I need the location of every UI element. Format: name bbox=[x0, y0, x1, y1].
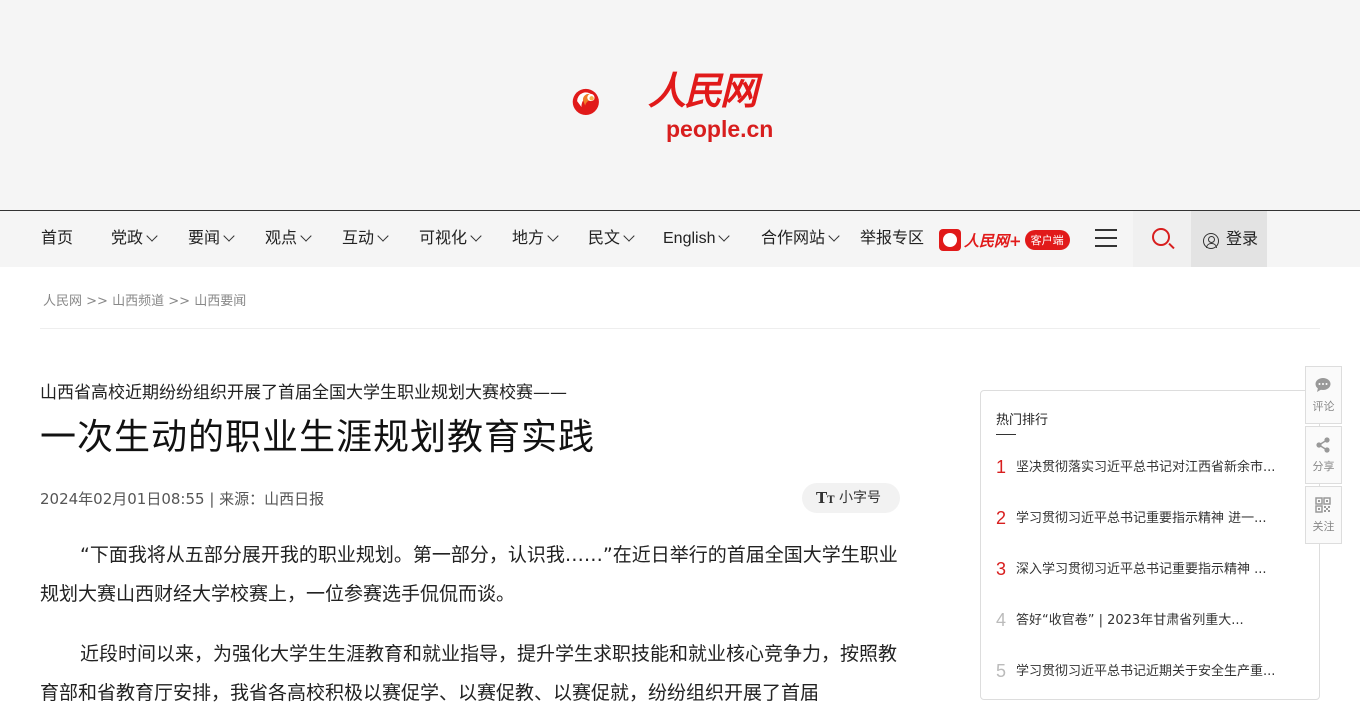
breadcrumb-link-channel[interactable]: 山西频道 bbox=[112, 294, 164, 309]
font-size-toggle-button[interactable]: TT 小字号 bbox=[802, 483, 900, 513]
title-underline bbox=[996, 434, 1016, 435]
share-button[interactable]: 分享 bbox=[1305, 426, 1342, 484]
follow-button[interactable]: 关注 bbox=[1305, 486, 1342, 544]
hamburger-icon[interactable] bbox=[1095, 229, 1117, 253]
app-download-badge[interactable]: 人民网+ 客户端 bbox=[939, 228, 1070, 252]
comment-button[interactable]: 评论 bbox=[1305, 366, 1342, 424]
article-title: 一次生动的职业生涯规划教育实践 bbox=[40, 417, 596, 458]
qrcode-icon bbox=[1315, 497, 1331, 513]
user-icon bbox=[1203, 233, 1219, 249]
hot-ranking-item[interactable]: 2 学习贯彻习近平总书记重要指示精神 进一... bbox=[996, 508, 1296, 529]
login-button[interactable]: 登录 bbox=[1191, 211, 1267, 267]
hot-ranking-item[interactable]: 4 答好“收官卷” | 2023年甘肃省列重大... bbox=[996, 610, 1296, 631]
hot-ranking-panel: 热门排行 1 坚决贯彻落实习近平总书记对江西省新余市... 2 学习贯彻习近平总书记… bbox=[980, 390, 1320, 700]
nav-item-politics[interactable]: 党政 bbox=[111, 211, 158, 267]
logo-domain[interactable]: people.cn bbox=[666, 116, 773, 143]
search-icon bbox=[1152, 228, 1170, 246]
site-header: 人民网 people.cn bbox=[0, 0, 1360, 210]
comment-icon bbox=[1315, 378, 1331, 392]
logo-wordmark[interactable]: 人民网 bbox=[648, 60, 758, 115]
chevron-down-icon bbox=[718, 230, 731, 242]
chevron-down-icon bbox=[300, 230, 312, 242]
breadcrumb: 人民网 >> 山西频道 >> 山西要闻 bbox=[43, 294, 247, 309]
article-kicker: 山西省高校近期纷纷组织开展了首届全国大学生职业规划大赛校赛—— bbox=[40, 383, 567, 403]
people-app-icon bbox=[939, 229, 961, 251]
side-toolbar: 评论 分享 关注 bbox=[1305, 366, 1342, 546]
chevron-down-icon bbox=[470, 230, 482, 242]
nav-item-news[interactable]: 要闻 bbox=[188, 211, 235, 267]
article-paragraph: “下面我将从五部分展开我的职业规划。第一部分，认识我……”在近日举行的首届全国大… bbox=[40, 544, 898, 605]
hot-ranking-item[interactable]: 5 学习贯彻习近平总书记近期关于安全生产重... bbox=[996, 661, 1296, 682]
nav-item-interaction[interactable]: 互动 bbox=[342, 211, 389, 267]
article-paragraph: 近段时间以来，为强化大学生生涯教育和就业指导，提升学生求职技能和就业核心竞争力，… bbox=[40, 643, 898, 704]
nav-item-report[interactable]: 举报专区 bbox=[860, 211, 924, 267]
chevron-down-icon bbox=[223, 230, 235, 242]
nav-item-english[interactable]: English bbox=[663, 211, 731, 267]
hot-ranking-title: 热门排行 bbox=[996, 413, 1049, 428]
font-size-icon: TT bbox=[816, 489, 835, 507]
nav-item-visual[interactable]: 可视化 bbox=[419, 211, 482, 267]
chevron-down-icon bbox=[623, 230, 635, 242]
chevron-down-icon bbox=[377, 230, 389, 242]
nav-item-opinion[interactable]: 观点 bbox=[265, 211, 312, 267]
breadcrumb-link-home[interactable]: 人民网 bbox=[43, 294, 82, 309]
nav-item-partners[interactable]: 合作网站 bbox=[761, 211, 840, 267]
chevron-down-icon bbox=[146, 230, 158, 242]
divider bbox=[40, 328, 1320, 329]
nav-item-minwen[interactable]: 民文 bbox=[588, 211, 635, 267]
nav-item-local[interactable]: 地方 bbox=[512, 211, 559, 267]
chevron-down-icon bbox=[547, 230, 559, 242]
chevron-down-icon bbox=[828, 230, 840, 242]
hot-ranking-item[interactable]: 3 深入学习贯彻习近平总书记重要指示精神 ... bbox=[996, 559, 1296, 580]
breadcrumb-link-section[interactable]: 山西要闻 bbox=[194, 294, 246, 309]
hot-ranking-item[interactable]: 1 坚决贯彻落实习近平总书记对江西省新余市... bbox=[996, 457, 1296, 478]
share-icon bbox=[1316, 437, 1330, 453]
article-meta: 2024年02月01日08:55 | 来源：山西日报 bbox=[40, 490, 325, 508]
nav-item-home[interactable]: 首页 bbox=[41, 211, 73, 267]
search-button[interactable] bbox=[1133, 211, 1191, 267]
people-logo-icon[interactable] bbox=[572, 62, 652, 144]
